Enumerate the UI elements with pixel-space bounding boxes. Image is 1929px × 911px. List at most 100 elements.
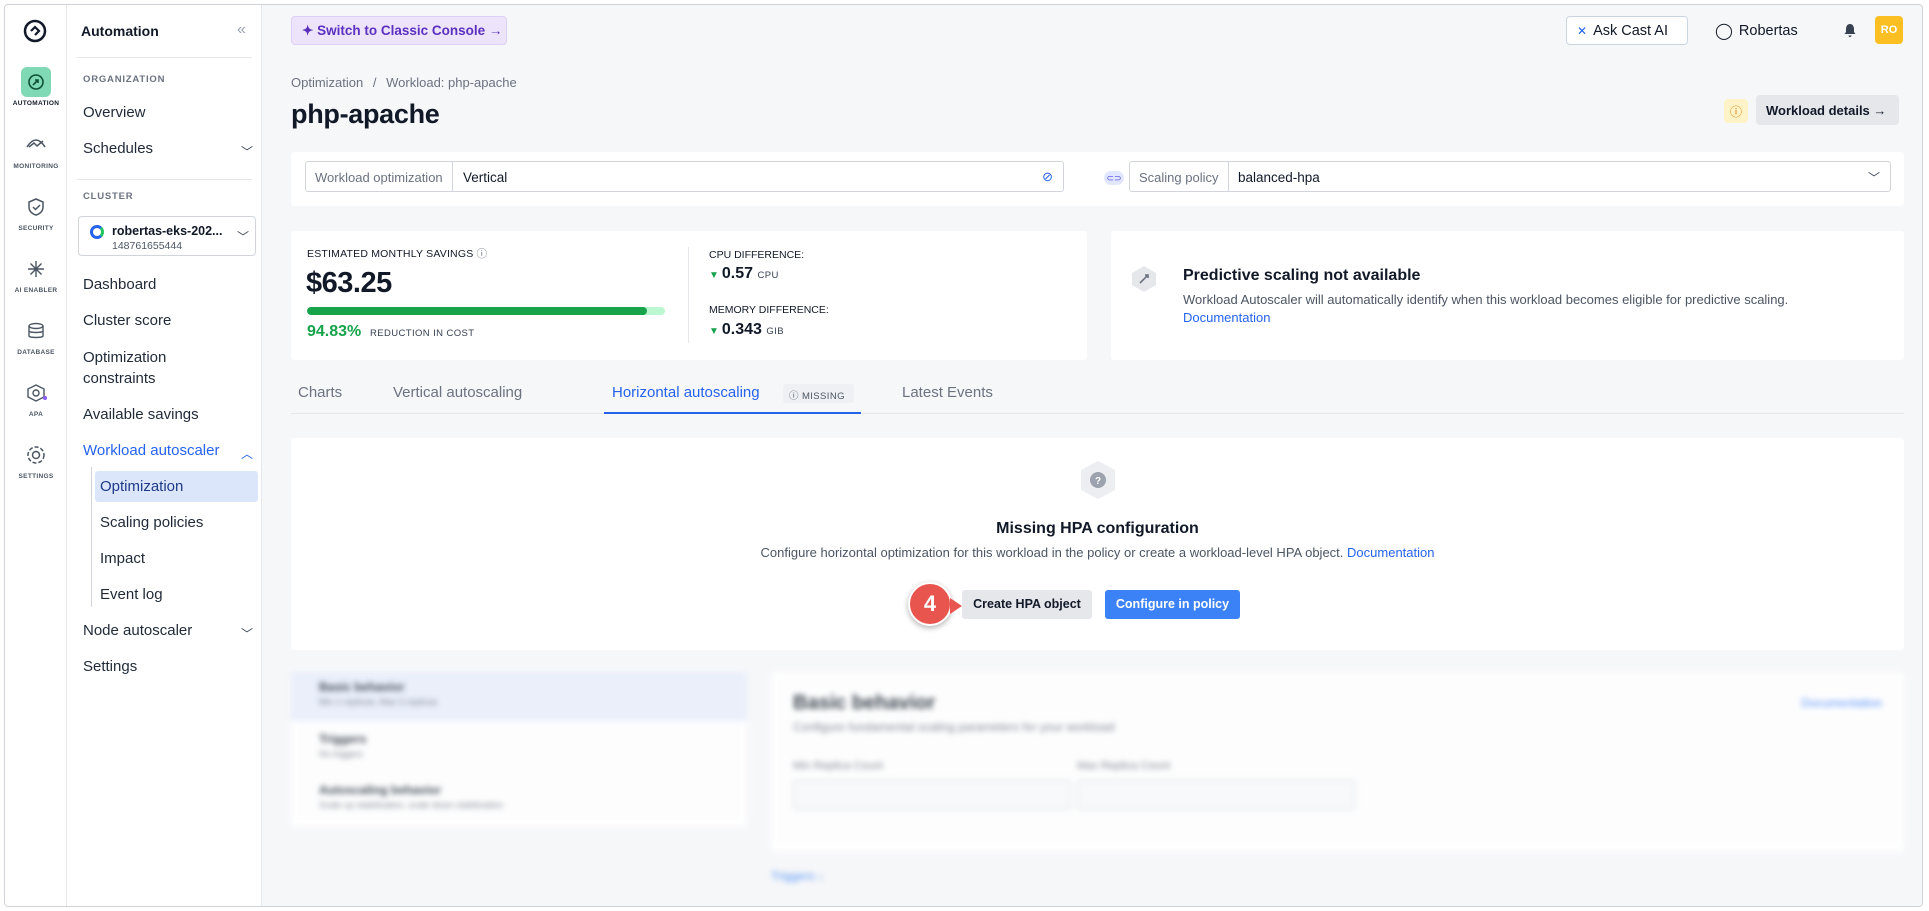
savings-card: ESTIMATED MONTHLY SAVINGS ⓘ $63.25 94.83…	[291, 231, 1087, 360]
breadcrumb-optimization-link[interactable]: Optimization	[291, 75, 363, 90]
chevron-up-icon: ︿	[240, 447, 253, 461]
user-menu[interactable]: ◯ Robertas	[1715, 16, 1798, 45]
sidebar-title: Automation	[81, 23, 159, 39]
user-name: Robertas	[1738, 22, 1798, 39]
optimization-bar: Workload optimization Vertical ⊘ ⊂⊃ Scal…	[291, 152, 1904, 206]
max-replica-input	[1077, 780, 1355, 810]
info-icon[interactable]: ⓘ	[477, 248, 488, 260]
hpa-documentation-link[interactable]: Documentation	[1347, 545, 1434, 560]
cast-logo-icon[interactable]	[22, 18, 48, 44]
ask-cast-ai-button[interactable]: ✕ Ask Cast AI	[1566, 16, 1688, 45]
monitoring-icon	[21, 130, 51, 160]
badge-label: MISSING	[801, 391, 845, 402]
collapse-sidebar-icon[interactable]: «	[237, 21, 246, 39]
notifications-bell-icon[interactable]	[1843, 16, 1857, 45]
sidebar-item-node-autoscaler[interactable]: Node autoscaler ﹀	[83, 622, 253, 641]
predictive-documentation-link[interactable]: Documentation	[1183, 310, 1270, 325]
savings-progress-bar	[307, 307, 665, 315]
automation-icon	[21, 67, 51, 97]
sidebar-item-overview[interactable]: Overview	[83, 104, 146, 121]
main-content: ✦ Switch to Classic Console → ✕ Ask Cast…	[263, 5, 1922, 906]
app-window: AUTOMATION MONITORING SECURITY AI ENABLE…	[4, 4, 1923, 907]
sidebar: Automation « ORGANIZATION Overview Sched…	[67, 5, 262, 906]
rail-ai-enabler[interactable]: AI ENABLER	[5, 254, 67, 294]
rail-monitoring[interactable]: MONITORING	[5, 130, 67, 170]
button-label: Switch to Classic Console	[317, 23, 486, 38]
tab-charts[interactable]: Charts	[298, 384, 342, 401]
rail-automation[interactable]: AUTOMATION	[5, 67, 67, 107]
sidebar-item-label: Workload autoscaler	[83, 442, 220, 459]
cpu-value: 0.57	[721, 265, 754, 282]
tab-latest-events[interactable]: Latest Events	[902, 384, 993, 401]
sidebar-item-schedules[interactable]: Schedules ﹀	[83, 140, 253, 159]
rail-settings[interactable]: SETTINGS	[5, 440, 67, 480]
rail-database[interactable]: DATABASE	[5, 316, 67, 356]
avatar[interactable]: RO	[1875, 16, 1903, 44]
missing-badge: ⓘ MISSING	[783, 384, 854, 403]
sidebar-item-settings[interactable]: Settings	[83, 658, 137, 675]
divider	[77, 57, 252, 58]
configure-in-policy-button[interactable]: Configure in policy	[1105, 590, 1240, 619]
decrease-arrow-icon: ▼	[709, 326, 719, 337]
savings-label-text: ESTIMATED MONTHLY SAVINGS	[307, 248, 474, 260]
workload-details-button[interactable]: Workload details →	[1756, 95, 1899, 125]
memory-difference-label: MEMORY DIFFERENCE:	[709, 304, 829, 316]
reduction-label: REDUCTION IN COST	[370, 328, 475, 339]
settings-icon	[21, 440, 51, 470]
sidebar-item-optimization[interactable]: Optimization	[95, 471, 258, 502]
switch-classic-console-button[interactable]: ✦ Switch to Classic Console →	[291, 16, 507, 45]
triggers-label: Triggers	[771, 869, 815, 883]
page-title: php-apache	[291, 99, 440, 129]
eye-off-icon[interactable]: ⊘	[1042, 169, 1053, 185]
cpu-difference-label: CPU DIFFERENCE:	[709, 249, 805, 261]
apa-icon	[21, 378, 51, 408]
sidebar-item-event-log[interactable]: Event log	[95, 579, 258, 610]
chevron-down-icon: ﹀	[240, 627, 253, 641]
arrow-right-icon: →	[488, 23, 503, 38]
behavior-nav-item: Triggers No triggers	[291, 724, 747, 773]
sidebar-item-available-savings[interactable]: Available savings	[83, 406, 199, 423]
ai-enabler-icon	[21, 254, 51, 284]
tab-vertical-autoscaling[interactable]: Vertical autoscaling	[393, 384, 522, 401]
database-icon	[21, 316, 51, 346]
security-icon	[21, 192, 51, 222]
sidebar-item-optimization-constraints[interactable]: Optimization constraints	[83, 347, 203, 389]
rail-security[interactable]: SECURITY	[5, 192, 67, 232]
predictive-scaling-icon	[1132, 266, 1156, 292]
arrow-right-icon: →	[1873, 103, 1887, 118]
behavior-nav-item: Basic behavior Min 1 replicas, Max 3 rep…	[291, 672, 747, 721]
sidebar-item-dashboard[interactable]: Dashboard	[83, 276, 156, 293]
savings-label: ESTIMATED MONTHLY SAVINGS ⓘ	[307, 246, 487, 261]
nav-item-title: Triggers	[319, 732, 367, 746]
chevron-down-icon: ﹀	[236, 230, 249, 244]
cast-ai-icon: ✕	[1577, 23, 1588, 38]
rail-label: MONITORING	[13, 163, 59, 170]
hpa-description-text: Configure horizontal optimization for th…	[760, 545, 1344, 560]
info-icon: ⓘ	[789, 391, 802, 402]
create-hpa-object-button[interactable]: Create HPA object	[962, 590, 1092, 619]
min-replica-input	[793, 780, 1071, 810]
cluster-icon	[90, 225, 104, 239]
rail-apa[interactable]: APA	[5, 378, 67, 418]
max-replica-label: Max Replica Count	[1077, 760, 1170, 772]
scaling-policy-select[interactable]: Scaling policy balanced-hpa ﹀	[1129, 161, 1891, 192]
sidebar-item-impact[interactable]: Impact	[95, 543, 258, 574]
cpu-difference-value: ▼ 0.57 CPU	[709, 265, 779, 283]
tab-horizontal-autoscaling[interactable]: Horizontal autoscaling	[612, 384, 760, 401]
workload-optimization-select[interactable]: Workload optimization Vertical ⊘	[305, 161, 1064, 192]
warning-icon[interactable]: ⓘ	[1724, 99, 1748, 123]
predictive-description: Workload Autoscaler will automatically i…	[1183, 292, 1789, 307]
sidebar-item-workload-autoscaler[interactable]: Workload autoscaler ︿	[83, 442, 253, 461]
button-label: Workload details	[1766, 103, 1870, 118]
chevron-down-icon: ﹀	[240, 145, 253, 159]
divider	[688, 247, 689, 343]
reduction-percent: 94.83%	[307, 323, 362, 340]
cluster-selector[interactable]: robertas-eks-202... 148761655444 ﹀	[78, 216, 256, 256]
sidebar-item-cluster-score[interactable]: Cluster score	[83, 312, 171, 329]
breadcrumb-current: Workload: php-apache	[386, 75, 517, 90]
field-value: balanced-hpa	[1238, 170, 1320, 185]
sidebar-item-scaling-policies[interactable]: Scaling policies	[95, 507, 258, 538]
behavior-nav-blurred: Basic behavior Min 1 replicas, Max 3 rep…	[291, 672, 747, 827]
breadcrumb-separator: /	[372, 75, 377, 90]
rail-label: APA	[28, 411, 44, 418]
